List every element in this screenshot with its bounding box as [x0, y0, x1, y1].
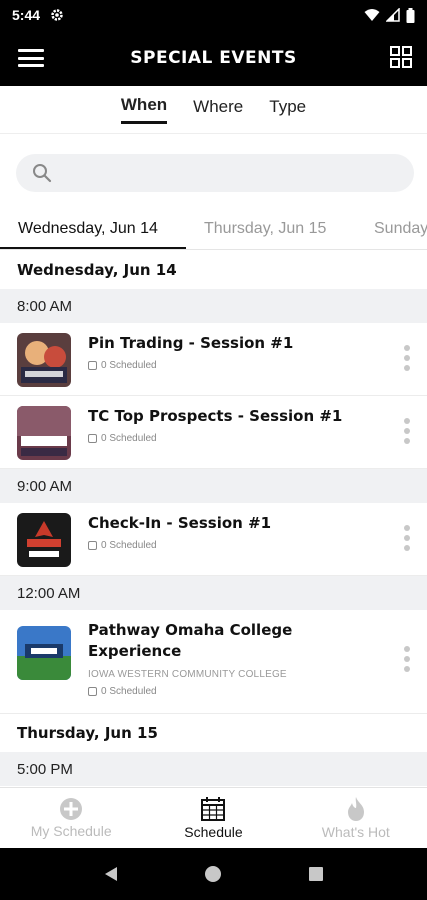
status-time: 5:44	[12, 7, 41, 23]
event-thumbnail	[17, 333, 71, 387]
system-navigation-bar	[0, 848, 427, 900]
scheduled-count: 0 Scheduled	[88, 360, 157, 371]
scheduled-count: 0 Scheduled	[88, 433, 157, 444]
search-bar[interactable]	[16, 154, 414, 192]
nav-schedule[interactable]: Schedule	[142, 788, 284, 848]
calendar-icon	[88, 687, 97, 696]
event-title: TC Top Prospects - Session #1	[88, 407, 343, 425]
tab-type[interactable]: Type	[269, 97, 306, 123]
page-title: SPECIAL EVENTS	[130, 48, 297, 68]
calendar-icon	[88, 434, 97, 443]
time-header: 12:00 AM	[0, 576, 427, 610]
scheduled-count: 0 Scheduled	[88, 686, 157, 697]
plus-circle-icon	[60, 798, 83, 820]
nav-whats-hot[interactable]: What's Hot	[285, 788, 427, 848]
search-input[interactable]	[62, 164, 392, 182]
event-row[interactable]: TC Top Prospects - Session #1 0 Schedule…	[0, 396, 427, 469]
time-header: 9:00 AM	[0, 469, 427, 503]
back-icon[interactable]	[102, 865, 120, 883]
time-header: 5:00 PM	[0, 752, 427, 786]
nav-label: My Schedule	[30, 823, 112, 839]
event-title: Pathway Omaha College Experience	[88, 621, 293, 660]
home-icon[interactable]	[204, 865, 222, 883]
search-icon	[33, 164, 52, 183]
day-tab-thursday[interactable]: Thursday, Jun 15	[204, 220, 326, 238]
nav-my-schedule[interactable]: My Schedule	[0, 788, 142, 848]
app-bar: SPECIAL EVENTS	[0, 30, 427, 86]
event-thumbnail	[17, 626, 71, 680]
calendar-icon	[201, 797, 226, 821]
nav-label: Schedule	[184, 824, 243, 840]
wifi-icon	[364, 9, 380, 21]
bottom-navigation: My Schedule Schedule What's Hot	[0, 787, 427, 848]
battery-icon	[406, 7, 415, 23]
day-tabs: Wednesday, Jun 14 Thursday, Jun 15 Sunda…	[0, 210, 427, 250]
more-options-icon[interactable]	[403, 525, 411, 551]
filter-tabs: When Where Type	[0, 86, 427, 134]
tab-where[interactable]: Where	[193, 97, 243, 123]
event-title: Check-In - Session #1	[88, 514, 272, 532]
flame-icon	[347, 797, 364, 821]
calendar-icon	[88, 541, 97, 550]
day-tab-wednesday[interactable]: Wednesday, Jun 14	[18, 220, 158, 238]
signal-icon	[386, 8, 400, 22]
event-location: IOWA WESTERN COMMUNITY COLLEGE	[88, 669, 287, 680]
more-options-icon[interactable]	[403, 345, 411, 371]
date-heading: Wednesday, Jun 14	[0, 251, 427, 289]
active-day-indicator	[0, 247, 186, 249]
event-row[interactable]: Check-In - Session #1 0 Scheduled	[0, 503, 427, 576]
event-title: Pin Trading - Session #1	[88, 334, 294, 352]
hamburger-menu-icon[interactable]	[18, 46, 44, 70]
time-header: 8:00 AM	[0, 289, 427, 323]
more-options-icon[interactable]	[403, 418, 411, 444]
event-thumbnail	[17, 406, 71, 460]
date-heading: Thursday, Jun 15	[0, 714, 427, 752]
event-row[interactable]: Pathway Omaha College Experience IOWA WE…	[0, 610, 427, 714]
nav-label: What's Hot	[321, 824, 390, 840]
scheduled-count: 0 Scheduled	[88, 540, 157, 551]
settings-gear-icon	[51, 9, 63, 21]
calendar-icon	[88, 361, 97, 370]
day-tab-sunday[interactable]: Sunday	[374, 220, 427, 238]
tab-when[interactable]: When	[120, 95, 168, 124]
event-row[interactable]: Pin Trading - Session #1 0 Scheduled	[0, 323, 427, 396]
event-list: Wednesday, Jun 14 8:00 AM Pin Trading - …	[0, 251, 427, 786]
grid-view-icon[interactable]	[389, 45, 413, 69]
recents-icon[interactable]	[307, 865, 325, 883]
more-options-icon[interactable]	[403, 646, 411, 672]
event-thumbnail	[17, 513, 71, 567]
status-bar: 5:44	[0, 0, 427, 30]
